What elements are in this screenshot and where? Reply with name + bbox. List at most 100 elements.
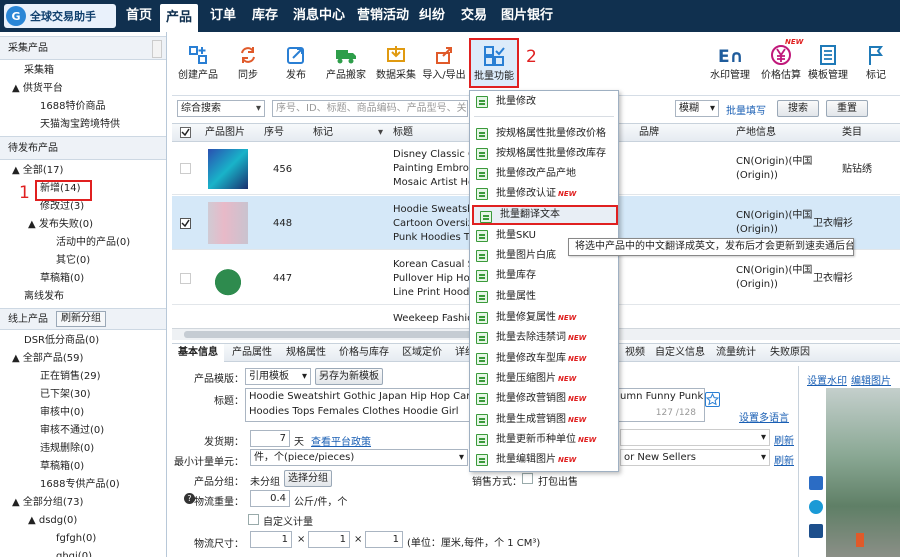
weight-input[interactable]: 0.4 <box>250 490 290 507</box>
menu-item-batch-attributes[interactable]: 批量属性 <box>470 287 618 307</box>
sidebar-item-collect-box[interactable]: 采集箱 <box>0 62 166 80</box>
pack-sale-checkbox[interactable] <box>522 473 533 484</box>
width-input[interactable]: 1 <box>308 531 350 548</box>
sidebar-item-active-products[interactable]: 活动中的产品(0) <box>0 234 166 252</box>
refresh-group-button[interactable]: 刷新分组 <box>56 311 106 327</box>
tab-regional-pricing[interactable]: 区域定价 <box>396 344 448 362</box>
sidebar-item-1688-exclusive[interactable]: 1688专供产品(0) <box>0 476 166 494</box>
nav-home[interactable]: 首页 <box>120 0 158 32</box>
sidebar-item-all-groups[interactable]: ▲ 全部分组(73) <box>0 494 166 512</box>
multilang-link[interactable]: 设置多语言 <box>739 409 789 424</box>
sidebar-item-drafts[interactable]: 草稿箱(0) <box>0 270 166 288</box>
product-thumbnail[interactable] <box>208 257 248 299</box>
nav-image-bank[interactable]: 图片银行 <box>496 0 558 32</box>
tab-spec-attributes[interactable]: 规格属性 <box>280 344 332 362</box>
tab-price-stock[interactable]: 价格与库存 <box>334 344 394 362</box>
sidebar-item-dsdg[interactable]: ▲ dsdg(0) <box>0 512 166 530</box>
batch-functions-button[interactable]: 批量功能 <box>469 38 519 88</box>
edit-image-link[interactable]: 编辑图片 <box>851 372 891 387</box>
unit-select[interactable]: 件，个(piece/pieces) ▾ <box>250 449 468 466</box>
sidebar-item-ghgj[interactable]: ghgj(0) <box>0 548 166 557</box>
set-watermark-link[interactable]: 设置水印 <box>807 372 847 387</box>
product-thumbnail[interactable] <box>208 149 248 189</box>
menu-item-batch-certification[interactable]: 批量修改认证 NEW <box>470 184 618 204</box>
column-header-category[interactable]: 类目 <box>842 124 862 142</box>
sidebar-item-all-pending[interactable]: ▲ 全部(17) <box>0 162 166 180</box>
nav-inventory[interactable]: 库存 <box>246 0 284 32</box>
platform-policy-link[interactable]: 查看平台政策 <box>311 433 371 448</box>
menu-item-batch-price-by-spec[interactable]: 按规格属性批量修改价格 <box>470 124 618 144</box>
scrollbar-thumb[interactable] <box>184 331 484 338</box>
sidebar-item-off-shelf[interactable]: 已下架(30) <box>0 386 166 404</box>
sidebar-item-on-sale[interactable]: 正在销售(29) <box>0 368 166 386</box>
custom-weight-checkbox[interactable] <box>248 514 259 525</box>
tab-failure-reason[interactable]: 失败原因 <box>764 344 816 362</box>
select-all-checkbox[interactable] <box>180 127 191 138</box>
menu-item-batch-vehicle-db[interactable]: 批量修改车型库 NEW <box>470 349 618 369</box>
menu-item-batch-remove-banned-words[interactable]: 批量去除违禁词 NEW <box>470 328 618 348</box>
import-export-button[interactable]: 导入/导出 <box>418 44 470 83</box>
template-select[interactable]: 引用模板 ▾ <box>245 368 311 385</box>
sidebar-item-rejected[interactable]: 审核不通过(0) <box>0 422 166 440</box>
tab-video[interactable]: 视频 <box>620 344 650 362</box>
save-as-template-button[interactable]: 另存为新模板 <box>315 368 383 385</box>
image-icon[interactable] <box>809 524 823 538</box>
menu-item-batch-stock-by-spec[interactable]: 按规格属性批量修改库存 <box>470 144 618 164</box>
sidebar-item-violation[interactable]: 违规删除(0) <box>0 440 166 458</box>
sidebar-item-supply-platform[interactable]: ▲ 供货平台 <box>0 80 166 98</box>
create-product-button[interactable]: 创建产品 <box>172 44 224 83</box>
menu-item-batch-update-currency[interactable]: 批量更新币种单位 NEW <box>470 430 618 450</box>
length-input[interactable]: 1 <box>250 531 292 548</box>
select-group-button[interactable]: 选择分组 <box>284 470 332 487</box>
template-manage-button[interactable]: 模板管理 <box>802 44 854 83</box>
tab-custom-info[interactable]: 自定义信息 <box>652 344 708 362</box>
sidebar-item-publish-failed[interactable]: ▲ 发布失败(0) <box>0 216 166 234</box>
app-logo[interactable]: G 全球交易助手 <box>4 4 116 28</box>
menu-item-batch-edit-images[interactable]: 批量编辑图片 NEW <box>470 450 618 470</box>
row-checkbox[interactable] <box>180 163 191 174</box>
sidebar-item-other[interactable]: 其它(0) <box>0 252 166 270</box>
column-header-origin[interactable]: 产地信息 <box>736 124 776 142</box>
sidebar-item-reviewing[interactable]: 审核中(0) <box>0 404 166 422</box>
menu-item-batch-generate-marketing-images[interactable]: 批量生成营销图 NEW <box>470 410 618 430</box>
column-header-index[interactable]: 序号 <box>264 124 284 142</box>
refresh-link-1[interactable]: 刷新 <box>774 432 794 447</box>
menu-item-batch-origin[interactable]: 批量修改产品产地 <box>470 164 618 184</box>
sidebar-item-dsr[interactable]: DSR低分商品(0) <box>0 332 166 350</box>
column-header-mark[interactable]: 标记 <box>313 124 333 142</box>
price-estimate-button[interactable]: 价格估算 NEW <box>755 38 807 83</box>
sidebar-item-offline-publish[interactable]: 离线发布 <box>0 288 166 306</box>
row-checkbox[interactable] <box>180 218 191 229</box>
menu-item-batch-modify[interactable]: 批量修改 <box>470 92 618 112</box>
new-sellers-select[interactable]: or New Sellers ▾ <box>620 449 770 466</box>
search-type-select[interactable]: 综合搜索 ▾ <box>177 100 265 117</box>
move-product-button[interactable]: 产品搬家 <box>320 44 372 83</box>
product-preview-image[interactable] <box>826 388 900 557</box>
menu-item-batch-stock[interactable]: 批量库存 <box>470 266 618 286</box>
sidebar-item-fgfgh[interactable]: fgfgh(0) <box>0 530 166 548</box>
menu-item-batch-modify-marketing-images[interactable]: 批量修改营销图 NEW <box>470 389 618 409</box>
menu-item-batch-translate-text[interactable]: 批量翻译文本 <box>472 205 618 225</box>
batch-fill-link[interactable]: 批量填写 <box>726 102 766 117</box>
search-button[interactable]: 搜索 <box>777 100 819 117</box>
column-header-brand[interactable]: 品牌 <box>639 124 659 142</box>
sync-button[interactable]: 同步 <box>222 44 274 83</box>
nav-messages[interactable]: 消息中心 <box>288 0 350 32</box>
search-input[interactable]: 序号、ID、标题、商品编码、产品型号、关键词 <box>272 100 468 117</box>
refresh-link-2[interactable]: 刷新 <box>774 452 794 467</box>
tab-product-attributes[interactable]: 产品属性 <box>226 344 278 362</box>
tab-traffic-stats[interactable]: 流量统计 <box>710 344 762 362</box>
browser-icon[interactable] <box>809 500 823 514</box>
aux-select-1[interactable]: ▾ <box>620 429 770 446</box>
nav-disputes[interactable]: 纠纷 <box>414 0 450 32</box>
ship-days-input[interactable]: 7 <box>250 430 290 447</box>
tab-basic-info[interactable]: 基本信息 <box>172 344 224 362</box>
menu-item-batch-fix-attributes[interactable]: 批量修复属性 NEW <box>470 308 618 328</box>
data-collect-button[interactable]: 数据采集 <box>370 44 422 83</box>
mark-button[interactable]: 标记 <box>850 44 900 83</box>
sidebar-item-tmall-taobao[interactable]: 天猫淘宝跨境特供 <box>0 116 166 134</box>
column-header-title[interactable]: 标题 <box>393 124 413 142</box>
watermark-button[interactable]: E∩ 水印管理 <box>704 44 756 83</box>
nav-marketing[interactable]: 营销活动 <box>352 0 414 32</box>
sidebar-item-all-products[interactable]: ▲ 全部产品(59) <box>0 350 166 368</box>
